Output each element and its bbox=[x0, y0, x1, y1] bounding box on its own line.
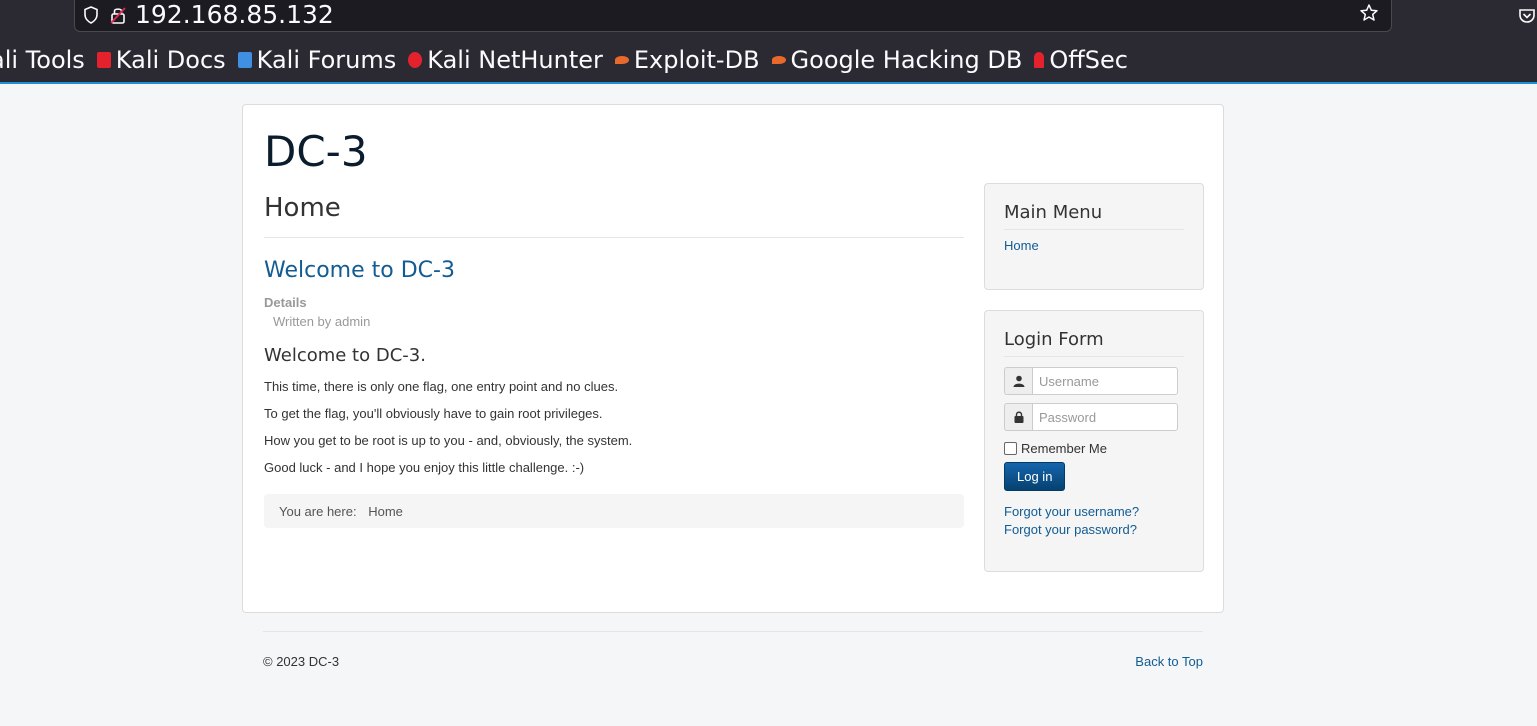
remember-me-label[interactable]: Remember Me bbox=[1021, 441, 1107, 456]
username-input[interactable] bbox=[1032, 367, 1178, 395]
bookmark-star-icon[interactable] bbox=[1359, 3, 1379, 23]
ghdb-icon bbox=[771, 56, 786, 64]
article-paragraph: This time, there is only one flag, one e… bbox=[264, 379, 619, 394]
bookmark-offsec[interactable]: OffSec bbox=[1034, 46, 1128, 74]
article-author: Written by admin bbox=[273, 314, 371, 329]
offsec-icon bbox=[1034, 52, 1045, 68]
pocket-icon[interactable] bbox=[1517, 6, 1537, 26]
forgot-username-link[interactable]: Forgot your username? bbox=[1004, 503, 1184, 521]
article-paragraph: Good luck - and I hope you enjoy this li… bbox=[264, 460, 585, 475]
forgot-links: Forgot your username? Forgot your passwo… bbox=[1004, 503, 1184, 539]
breadcrumb-prefix: You are here: bbox=[279, 504, 357, 519]
user-icon bbox=[1004, 367, 1032, 395]
page-title: Home bbox=[264, 193, 964, 238]
main-content: Home Welcome to DC-3 Details Written by … bbox=[264, 193, 964, 528]
details-label: Details bbox=[264, 295, 307, 310]
remember-me: Remember Me bbox=[1004, 441, 1184, 456]
footer: © 2023 DC-3 Back to Top bbox=[263, 631, 1203, 669]
address-bar[interactable]: 192.168.85.132 bbox=[74, 0, 1392, 32]
kali-docs-icon bbox=[96, 52, 111, 68]
bookmark-kali-tools[interactable]: ali Tools bbox=[0, 46, 85, 74]
login-form-module: Login Form Remember Me Log in Forgot you… bbox=[984, 310, 1204, 572]
article-title-link[interactable]: Welcome to DC-3 bbox=[264, 258, 964, 283]
bookmark-google-hacking-db[interactable]: Google Hacking DB bbox=[771, 46, 1022, 74]
exploit-db-icon bbox=[614, 56, 629, 64]
bookmark-kali-nethunter[interactable]: Kali NetHunter bbox=[408, 46, 603, 74]
bookmark-kali-forums[interactable]: Kali Forums bbox=[237, 46, 396, 74]
article-paragraph: To get the flag, you'll obviously have t… bbox=[264, 406, 603, 421]
bookmark-exploit-db[interactable]: Exploit-DB bbox=[614, 46, 760, 74]
login-button[interactable]: Log in bbox=[1004, 462, 1066, 491]
article-heading: Welcome to DC-3. bbox=[264, 345, 426, 366]
browser-toolbar: 192.168.85.132 ali Tools Kali Docs Kali … bbox=[0, 0, 1537, 84]
username-row bbox=[1004, 367, 1184, 395]
back-to-top-link[interactable]: Back to Top bbox=[1135, 654, 1203, 669]
lock-icon bbox=[1004, 403, 1032, 431]
url-text[interactable]: 192.168.85.132 bbox=[135, 0, 334, 29]
bookmark-kali-docs[interactable]: Kali Docs bbox=[96, 46, 226, 74]
password-input[interactable] bbox=[1032, 403, 1178, 431]
main-menu-module: Main Menu Home bbox=[984, 183, 1204, 290]
forgot-password-link[interactable]: Forgot your password? bbox=[1004, 521, 1184, 539]
site-brand[interactable]: DC-3 bbox=[264, 127, 368, 176]
article-details: Details Written by admin bbox=[264, 295, 964, 329]
login-form-title: Login Form bbox=[1004, 329, 1184, 357]
insecure-lock-icon[interactable] bbox=[109, 5, 127, 25]
kali-forums-icon bbox=[237, 52, 252, 68]
remember-me-checkbox[interactable] bbox=[1004, 442, 1017, 455]
shield-icon[interactable] bbox=[83, 6, 99, 24]
breadcrumb: You are here: Home bbox=[264, 494, 964, 528]
bookmarks-toolbar: ali Tools Kali Docs Kali Forums Kali Net… bbox=[0, 44, 1140, 76]
main-menu-title: Main Menu bbox=[1004, 202, 1184, 230]
menu-item-home[interactable]: Home bbox=[1004, 238, 1184, 253]
kali-nethunter-icon bbox=[408, 52, 423, 68]
article-paragraph: How you get to be root is up to you - an… bbox=[264, 433, 633, 448]
copyright-text: © 2023 DC-3 bbox=[263, 654, 340, 669]
password-row bbox=[1004, 403, 1184, 431]
sidebar: Main Menu Home Login Form Remember Me bbox=[984, 183, 1204, 572]
page-container: DC-3 Home Welcome to DC-3 Details Writte… bbox=[242, 104, 1224, 613]
breadcrumb-current: Home bbox=[368, 504, 403, 519]
